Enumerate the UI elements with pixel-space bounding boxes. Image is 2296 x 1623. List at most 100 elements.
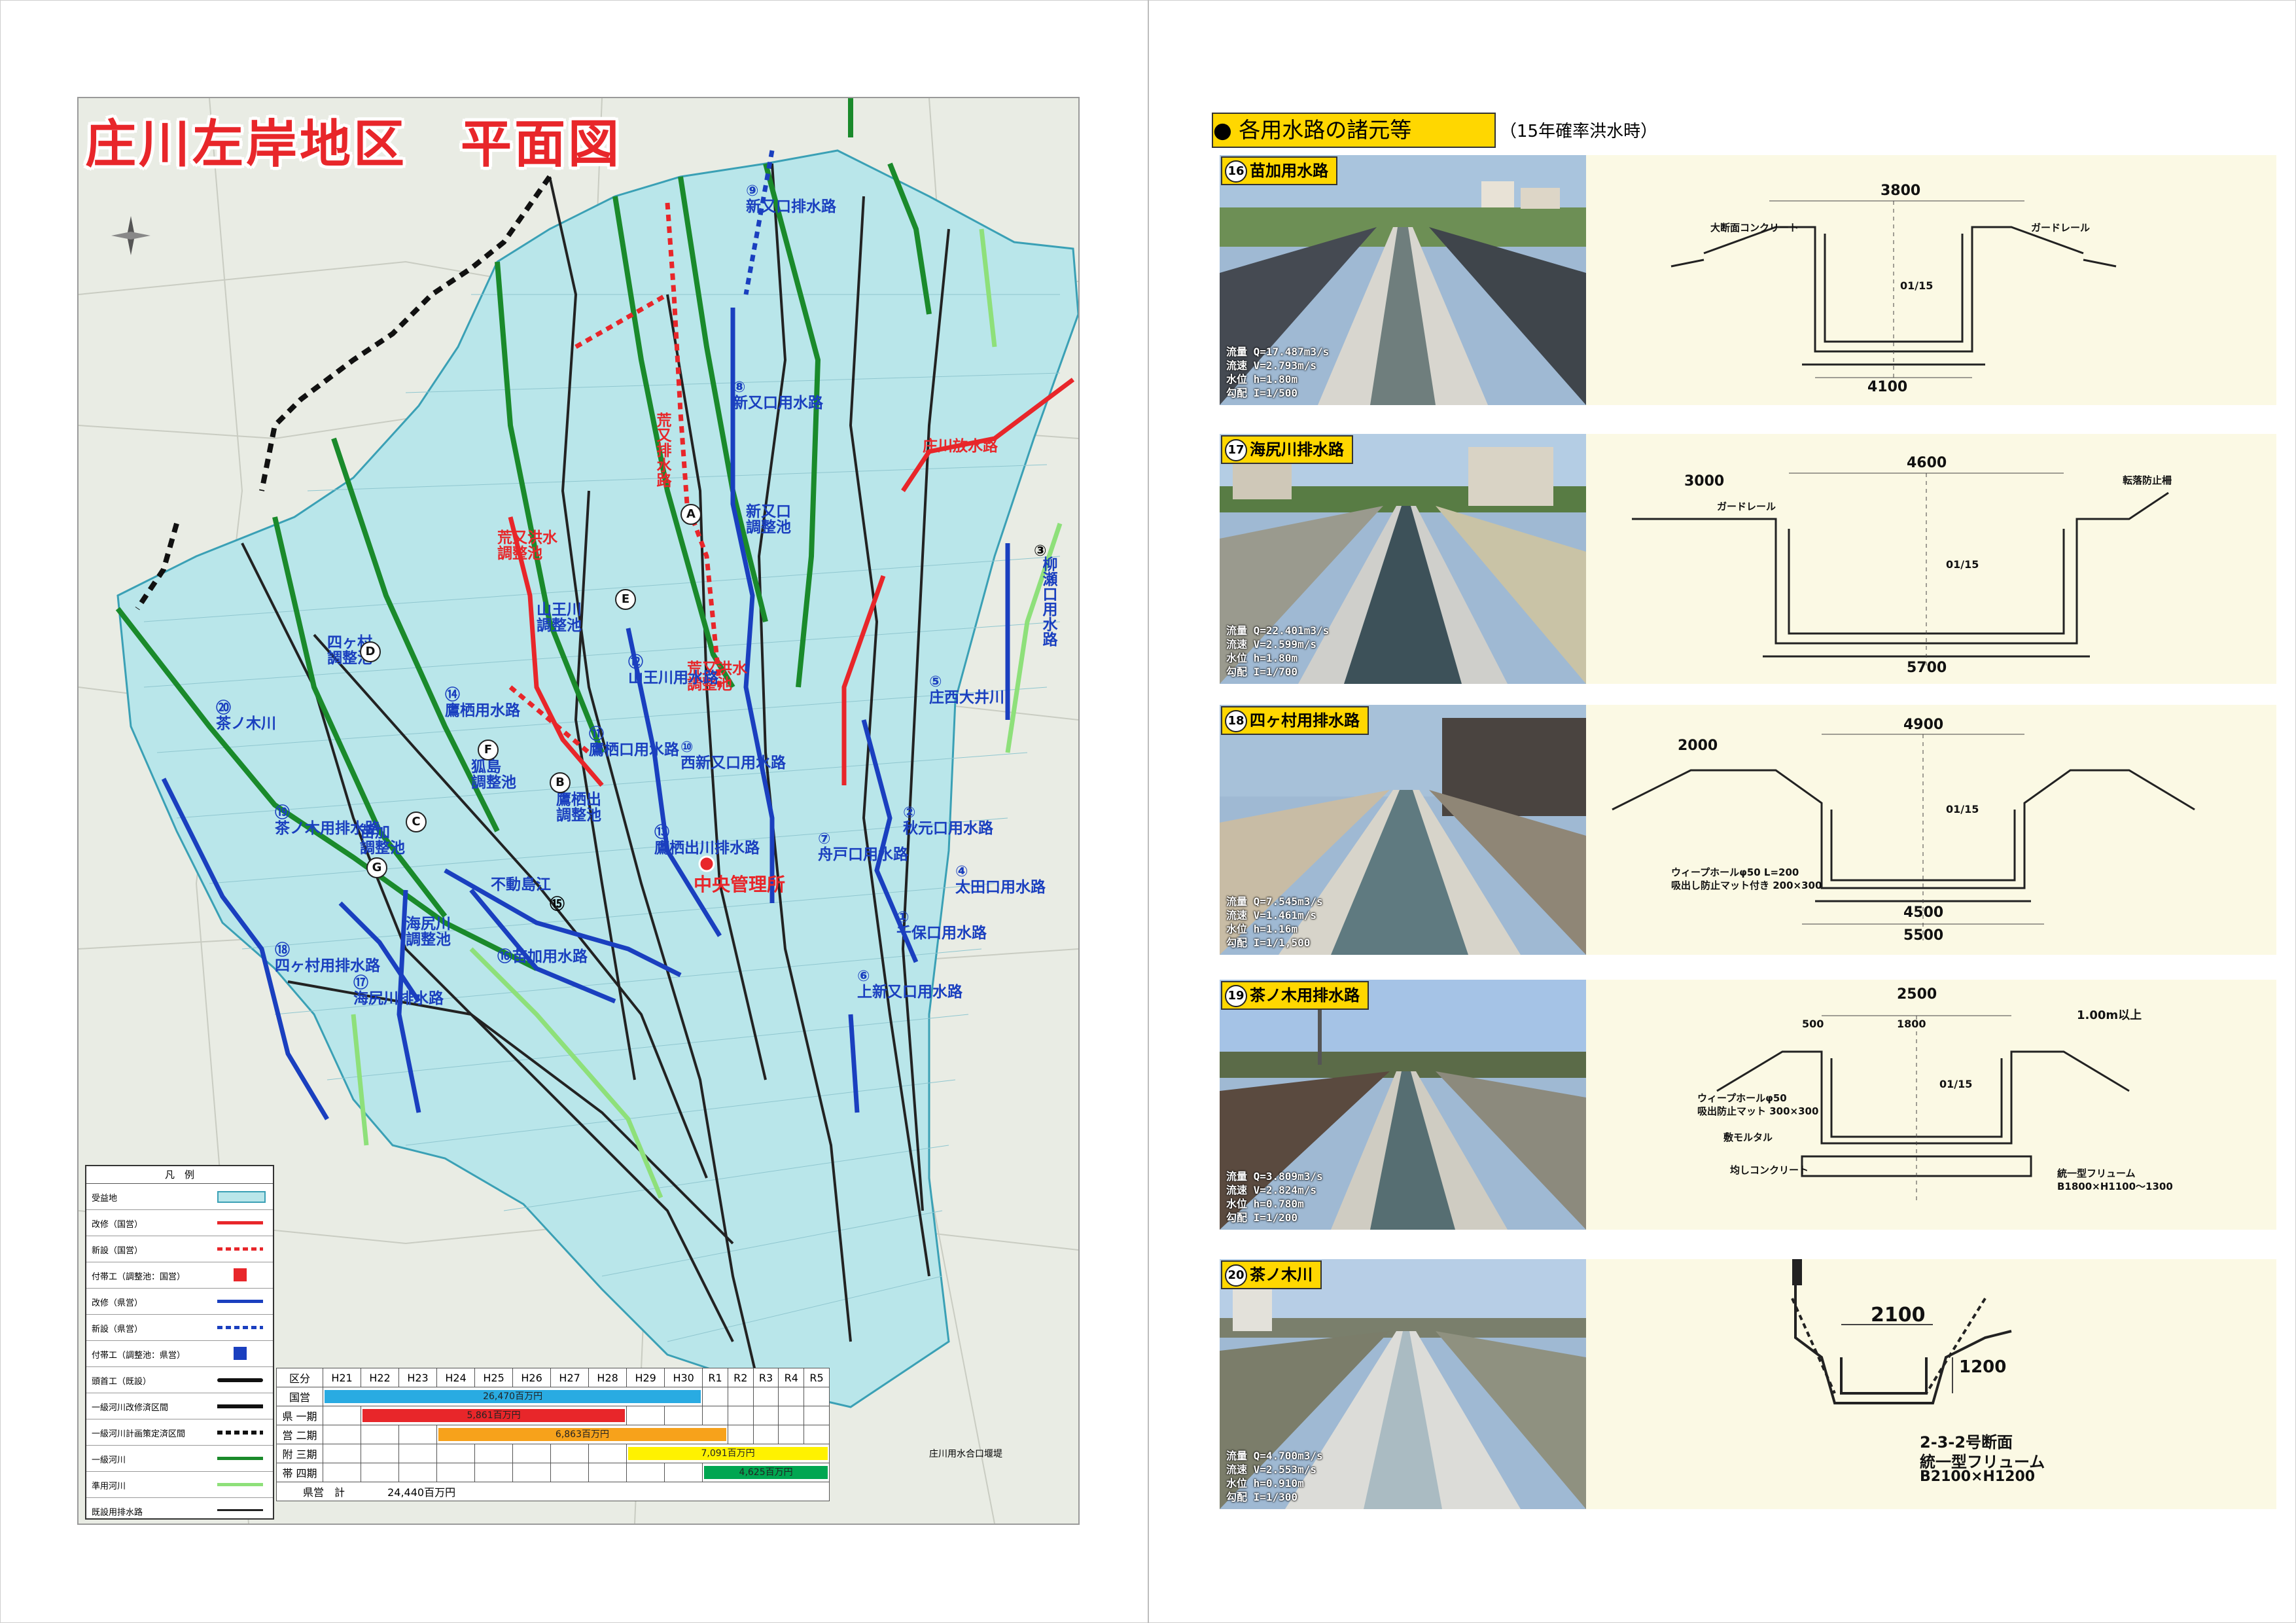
cross-section-drawing: 2000 4900 4500 5500 01/15 ウィープホールφ50 L=2… — [1606, 705, 2273, 955]
legend-row: 新設（県営） — [86, 1315, 273, 1341]
schedule-header-cell: H28 — [588, 1368, 627, 1387]
point-marker-f: F — [478, 740, 499, 760]
legend-row: 改修（県営） — [86, 1289, 273, 1315]
page-divider — [1148, 0, 1149, 1623]
map-label: 新又口 調整池 — [746, 503, 791, 536]
canal-specs: 流量 Q=7.545m3/s 流速 V=1.461m/s 水位 h=1.16m 勾配… — [1226, 895, 1323, 949]
map-label: ⑰ 海尻川排水路 — [353, 974, 444, 1007]
schedule-cell — [361, 1444, 400, 1463]
schedule-bar-cell: 6,863百万円 — [436, 1425, 728, 1444]
schedule-header-cell: R2 — [727, 1368, 754, 1387]
schedule-cell — [398, 1463, 438, 1482]
map-label: 荒又排水路 — [654, 412, 671, 488]
schedule-total-label: 県営 計 — [303, 1486, 345, 1499]
canal-photo: 16 苗加用水路 流量 Q=17.487m3/s 流速 V=2.793m/s 水位 … — [1220, 155, 1586, 405]
schedule-cell — [664, 1463, 703, 1482]
map-label: ⑥ 上新又口用水路 — [857, 968, 963, 1001]
schedule-bar: 4,625百万円 — [704, 1466, 828, 1479]
schedule-header-row: 区分 H21 H22 H23 H24 H25 H26 H27 H28 H29 H30 R1 R2 R3 R4… — [276, 1368, 830, 1387]
canal-block-18: 18 四ヶ村用排水路 流量 Q=7.545m3/s 流速 V=1.461m/s 水位… — [1220, 705, 2276, 955]
schedule-cell — [702, 1406, 728, 1425]
canal-block-20: 20 茶ノ木川 流量 Q=4.700m3/s 流速 V=2.553m/s 水位 h=… — [1220, 1259, 2276, 1509]
schedule-header-cell: R1 — [702, 1368, 728, 1387]
legend-row: 付帯工（調整池：国営） — [86, 1262, 273, 1289]
legend-row: 改修（国営） — [86, 1210, 273, 1236]
schedule-total-row: 県営 計 24,440百万円 — [276, 1482, 830, 1501]
schedule-cell — [398, 1425, 438, 1444]
schedule-cell — [474, 1444, 514, 1463]
map-label: ② 秋元口用水路 — [903, 804, 993, 837]
schedule-cell — [550, 1463, 590, 1482]
point-marker-c: C — [406, 812, 427, 832]
schedule-header-cell: H24 — [436, 1368, 476, 1387]
schedule-bar-cell: 26,470百万円 — [322, 1387, 703, 1406]
cross-section-drawing: 3000 4600 5700 01/15 ガードレール 転落防止柵 — [1606, 434, 2273, 684]
canal-specs: 流量 Q=17.487m3/s 流速 V=2.793m/s 水位 h=1.80m 勾… — [1226, 346, 1330, 399]
schedule-header-cell: H29 — [626, 1368, 665, 1387]
map-label: ① 千保口用水路 — [896, 909, 987, 942]
page-title: ● 各用水路の諸元等 — [1212, 113, 1496, 148]
canal-title: 18 四ヶ村用排水路 — [1221, 706, 1369, 735]
canal-block-17: 17 海尻川排水路 流量 Q=22.401m3/s 流速 V=2.599m/s 水位… — [1220, 434, 2276, 684]
schedule-row-label: 附 三期 — [276, 1444, 323, 1463]
map-label: ⑩ 西新又口用水路 — [680, 739, 786, 772]
map-label: ⑭ 鷹栖用水路 — [445, 687, 520, 719]
map-label: ③ — [1034, 543, 1047, 560]
schedule-cell — [752, 1425, 779, 1444]
canal-photo: 17 海尻川排水路 流量 Q=22.401m3/s 流速 V=2.599m/s 水位… — [1220, 434, 1586, 684]
canal-specs: 流量 Q=4.700m3/s 流速 V=2.553m/s 水位 h=0.910m 勾… — [1226, 1450, 1323, 1503]
schedule-cell — [752, 1387, 779, 1406]
map-label: ⑬ 鷹栖出川排水路 — [654, 824, 760, 857]
schedule-cell — [778, 1425, 805, 1444]
legend-row: 一級河川改修済区間 — [86, 1393, 273, 1419]
schedule-row-label: 帯 四期 — [276, 1463, 323, 1482]
schedule-cell — [626, 1463, 665, 1482]
schedule-cell — [727, 1425, 754, 1444]
map-label: 鷹栖出 調整池 — [556, 791, 601, 824]
schedule-bar: 5,861百万円 — [362, 1409, 626, 1422]
map-label: ⑱ 四ヶ村用排水路 — [275, 942, 380, 974]
schedule-row: 県 一期 5,861百万円 — [276, 1406, 830, 1425]
map-label: ⑫ 山王川用水路 — [628, 654, 718, 687]
schedule-cell — [804, 1387, 830, 1406]
schedule-row-label: 営 二期 — [276, 1425, 323, 1444]
schedule-total-value: 24,440百万円 — [387, 1486, 456, 1499]
canal-title: 17 海尻川排水路 — [1221, 435, 1353, 464]
legend-row: 一級河川計画策定済区間 — [86, 1419, 273, 1446]
legend-row: 一級河川 — [86, 1446, 273, 1472]
schedule-row-label: 国営 — [276, 1387, 323, 1406]
schedule-cell — [512, 1444, 552, 1463]
schedule-cell — [322, 1406, 362, 1425]
canal-photo: 18 四ヶ村用排水路 流量 Q=7.545m3/s 流速 V=1.461m/s 水位… — [1220, 705, 1586, 955]
legend-row: 受益地 — [86, 1184, 273, 1210]
schedule-bar-cell: 4,625百万円 — [702, 1463, 830, 1482]
schedule-cell — [588, 1463, 627, 1482]
canal-photo: 19 茶ノ木用排水路 流量 Q=3.809m3/s 流速 V=2.824m/s 水位… — [1220, 980, 1586, 1230]
schedule-bar: 7,091百万円 — [628, 1447, 828, 1460]
schedule-cell — [474, 1463, 514, 1482]
map-label: ⑪ 鷹栖口用水路 — [589, 726, 679, 758]
legend-row: 準用河川 — [86, 1472, 273, 1498]
schedule-header-cell: H30 — [664, 1368, 703, 1387]
schedule-cell — [752, 1406, 779, 1425]
cross-section-drawing: 2500 1800 500 1.00m以上 01/15 ウィープホールφ50 吸… — [1606, 980, 2273, 1230]
cross-section-drawing: 3800 4100 01/15 ガードレール 大断面コンクリート — [1606, 155, 2273, 405]
schedule-header-cell: H27 — [550, 1368, 590, 1387]
canal-specs: 流量 Q=3.809m3/s 流速 V=2.824m/s 水位 h=0.780m 勾… — [1226, 1170, 1323, 1224]
legend-row: 新設（国営） — [86, 1236, 273, 1262]
schedule-row: 国営 26,470百万円 — [276, 1387, 830, 1406]
schedule-cell — [702, 1387, 728, 1406]
map-panel: 庄川左岸地区 平面図 ⑨ 新又口排水路 荒又排水路 ⑧ 新又口用水路 新又口 調… — [77, 97, 1080, 1525]
map-label: 柳瀬口用水路 — [1040, 556, 1057, 647]
schedule-cell — [512, 1463, 552, 1482]
schedule-cell — [322, 1444, 362, 1463]
canal-title: 19 茶ノ木用排水路 — [1221, 981, 1369, 1010]
schedule-header-cell: H22 — [361, 1368, 400, 1387]
schedule-header-cell: H21 — [322, 1368, 362, 1387]
schedule-header-cell: R4 — [778, 1368, 805, 1387]
cross-section-svg — [1632, 473, 2169, 669]
map-label: ⑦ 舟戸口用水路 — [818, 830, 908, 863]
point-marker-g: G — [366, 857, 387, 878]
canal-title: 16 苗加用水路 — [1221, 156, 1337, 185]
legend-header: 凡 例 — [86, 1166, 273, 1184]
